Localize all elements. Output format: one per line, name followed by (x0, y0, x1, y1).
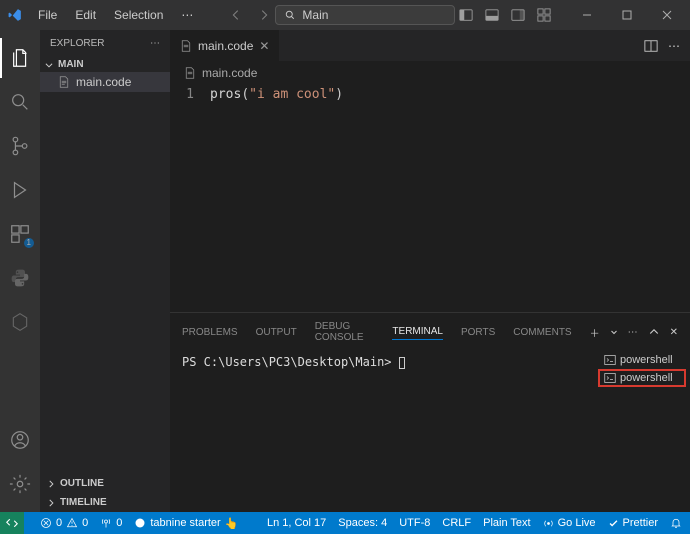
terminal-icon (604, 354, 616, 366)
line-gutter: 1 (170, 86, 210, 312)
vscode-logo-icon (8, 7, 22, 23)
folder-root[interactable]: MAIN (40, 57, 170, 72)
activity-hex-icon[interactable] (0, 302, 40, 342)
status-eol[interactable]: CRLF (442, 517, 471, 529)
nav-forward-icon[interactable] (257, 8, 271, 22)
status-notifications[interactable] (670, 517, 682, 529)
status-bar: 0 0 0 tabnine starter 👆 Ln 1, Col 17 Spa… (0, 512, 690, 534)
tabnine-icon (134, 517, 146, 529)
chevron-right-icon (46, 479, 56, 489)
menu-bar: File Edit Selection ⋯ (30, 4, 201, 26)
menu-more[interactable]: ⋯ (173, 4, 201, 26)
toggle-primary-sidebar-icon[interactable] (459, 8, 473, 22)
explorer-sidebar: EXPLORER ⋯ MAIN main.code OUTLINE TIMELI… (40, 30, 170, 512)
terminal-content[interactable]: PS C:\Users\PC3\Desktop\Main> (170, 351, 600, 512)
breadcrumb[interactable]: main.code (170, 62, 690, 84)
status-spaces[interactable]: Spaces: 4 (338, 517, 387, 529)
terminal-list: powershell powershell (600, 351, 690, 512)
terminal-icon (604, 372, 616, 384)
activity-extensions[interactable]: 1 (0, 214, 40, 254)
warning-icon (66, 517, 78, 529)
terminal-entry-1[interactable]: powershell (600, 353, 684, 367)
status-golive[interactable]: Go Live (543, 517, 596, 529)
close-button[interactable] (647, 1, 687, 29)
activity-search[interactable] (0, 82, 40, 122)
panel-tab-debug[interactable]: DEBUG CONSOLE (315, 319, 375, 345)
bell-icon (670, 517, 682, 529)
terminal-dropdown-icon[interactable] (610, 328, 618, 336)
chevron-right-icon (46, 498, 56, 508)
terminal-entry-2[interactable]: powershell (600, 371, 684, 385)
file-icon (180, 40, 192, 52)
panel-tab-ports[interactable]: PORTS (461, 325, 495, 340)
customize-layout-icon[interactable] (537, 8, 551, 22)
status-language[interactable]: Plain Text (483, 517, 531, 529)
explorer-title: EXPLORER (50, 38, 104, 49)
panel-tab-terminal[interactable]: TERMINAL (392, 324, 443, 340)
activity-accounts[interactable] (0, 420, 40, 460)
panel-tab-output[interactable]: OUTPUT (256, 325, 297, 340)
status-problems[interactable]: 0 0 (40, 517, 88, 529)
command-center[interactable]: Main (275, 5, 455, 25)
toggle-panel-icon[interactable] (485, 8, 499, 22)
toggle-secondary-sidebar-icon[interactable] (511, 8, 525, 22)
file-icon (184, 67, 196, 79)
radio-tower-icon (100, 517, 112, 529)
maximize-panel-icon[interactable] (648, 326, 660, 338)
status-cursor[interactable]: Ln 1, Col 17 (267, 517, 326, 529)
status-ports[interactable]: 0 (100, 517, 122, 529)
search-icon (284, 9, 296, 21)
nav-back-icon[interactable] (229, 8, 243, 22)
bottom-panel: PROBLEMS OUTPUT DEBUG CONSOLE TERMINAL P… (170, 312, 690, 512)
status-encoding[interactable]: UTF-8 (399, 517, 430, 529)
activity-bar: 1 (0, 30, 40, 512)
new-terminal-icon[interactable]: ＋ (590, 325, 600, 340)
activity-source-control[interactable] (0, 126, 40, 166)
minimize-button[interactable] (567, 1, 607, 29)
broadcast-icon (543, 518, 554, 529)
editor-tab-main[interactable]: main.code ✕ (170, 30, 279, 62)
remote-indicator[interactable] (0, 512, 24, 534)
outline-section[interactable]: OUTLINE (40, 474, 170, 493)
timeline-section[interactable]: TIMELINE (40, 493, 170, 512)
panel-tab-comments[interactable]: COMMENTS (513, 325, 571, 340)
check-icon (608, 518, 619, 529)
activity-python-icon[interactable] (0, 258, 40, 298)
editor-body[interactable]: 1 pros("i am cool") (170, 84, 690, 312)
explorer-more-icon[interactable]: ⋯ (150, 38, 160, 49)
folder-name: MAIN (58, 59, 84, 70)
chevron-down-icon (44, 60, 54, 70)
file-name: main.code (76, 75, 131, 89)
title-bar: File Edit Selection ⋯ Main (0, 0, 690, 30)
close-panel-icon[interactable]: ✕ (670, 327, 678, 338)
activity-settings[interactable] (0, 464, 40, 504)
activity-run-debug[interactable] (0, 170, 40, 210)
terminal-cursor (399, 357, 405, 369)
editor-more-icon[interactable]: ⋯ (668, 39, 680, 53)
layout-controls (459, 8, 551, 22)
panel-more-icon[interactable]: ⋯ (628, 327, 638, 338)
error-icon (40, 517, 52, 529)
maximize-button[interactable] (607, 1, 647, 29)
status-tabnine[interactable]: tabnine starter 👆 (134, 517, 238, 530)
split-editor-icon[interactable] (644, 39, 658, 53)
file-item-main[interactable]: main.code (40, 72, 170, 92)
command-center-text: Main (302, 8, 328, 22)
code-content[interactable]: pros("i am cool") (210, 86, 690, 312)
file-icon (58, 76, 70, 88)
menu-selection[interactable]: Selection (106, 4, 171, 26)
nav-group (229, 8, 271, 22)
menu-file[interactable]: File (30, 4, 65, 26)
activity-explorer[interactable] (0, 38, 40, 78)
menu-edit[interactable]: Edit (67, 4, 104, 26)
status-prettier[interactable]: Prettier (608, 517, 658, 529)
window-controls (567, 1, 687, 29)
tab-close-icon[interactable]: ✕ (259, 39, 269, 53)
tab-label: main.code (198, 39, 253, 53)
editor-area: main.code ✕ ⋯ main.code 1 pros("i am coo… (170, 30, 690, 512)
panel-tab-problems[interactable]: PROBLEMS (182, 325, 238, 340)
